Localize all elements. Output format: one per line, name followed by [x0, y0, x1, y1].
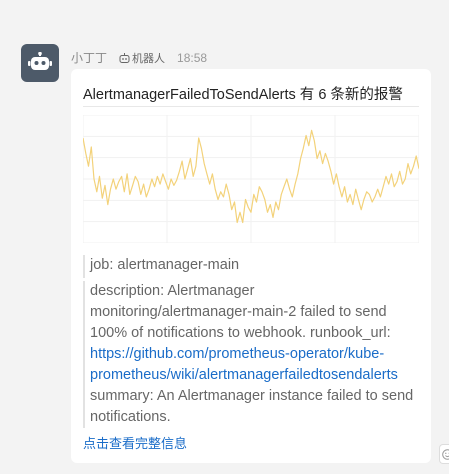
chart-grid — [83, 115, 419, 243]
emoji-icon — [441, 448, 449, 460]
robot-icon — [119, 52, 130, 63]
message-card: AlertmanagerFailedToSendAlerts 有 6 条新的报警… — [71, 69, 431, 463]
message-meta: 小丁丁 机器人 18:58 — [71, 49, 207, 66]
robot-icon — [28, 52, 52, 70]
job-line: job: alertmanager-main — [83, 255, 419, 278]
badge-label: 机器人 — [132, 52, 166, 65]
divider — [83, 106, 419, 107]
bot-avatar[interactable] — [21, 44, 59, 82]
description-text: description: Alertmanager monitoring/ale… — [90, 283, 391, 341]
view-full-info-link[interactable]: 点击查看完整信息 — [83, 433, 187, 452]
sender-name[interactable]: 小丁丁 — [71, 49, 107, 66]
message-time: 18:58 — [177, 50, 208, 65]
emoji-button[interactable] — [439, 444, 449, 464]
alert-chart — [83, 115, 419, 243]
alert-details: description: Alertmanager monitoring/ale… — [83, 281, 419, 428]
bot-badge: 机器人 — [119, 50, 165, 66]
alert-title: AlertmanagerFailedToSendAlerts 有 6 条新的报警 — [83, 87, 403, 103]
runbook-link[interactable]: https://github.com/prometheus-operator/k… — [90, 346, 398, 383]
summary-text: summary: An Alertmanager instance failed… — [90, 388, 414, 425]
